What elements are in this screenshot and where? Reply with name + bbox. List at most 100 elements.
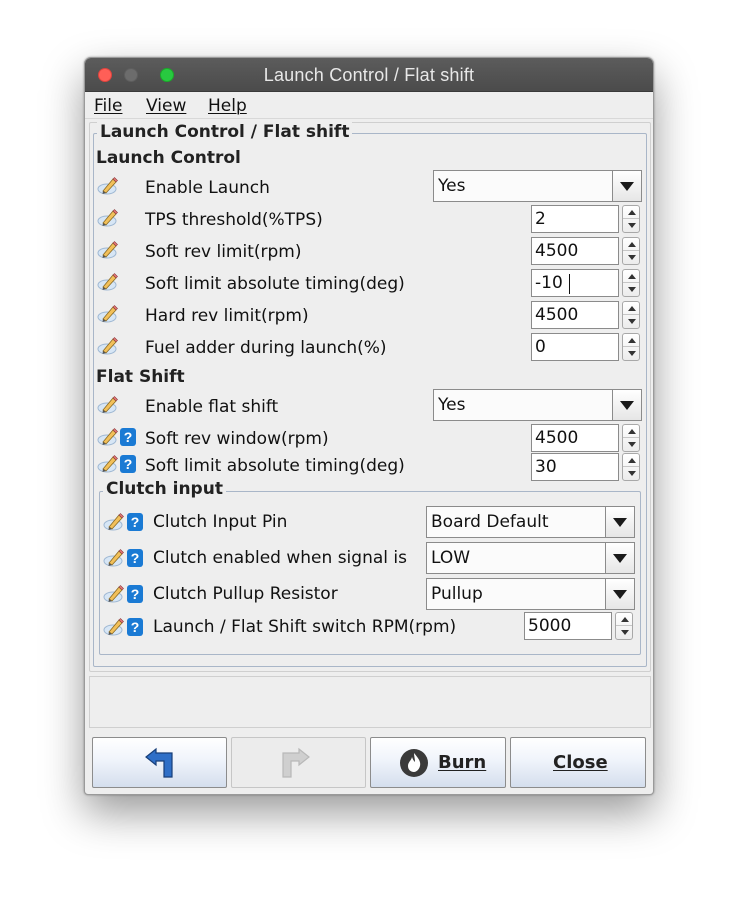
arrow-down-icon (628, 351, 636, 356)
spinner-up-button[interactable] (623, 206, 639, 219)
spinner-down-button[interactable] (623, 219, 639, 232)
switch-rpm-input[interactable]: 5000 (524, 612, 612, 640)
spinner-down-button[interactable] (623, 347, 639, 360)
spinner-down-button[interactable] (616, 626, 632, 639)
spinner-up-button[interactable] (623, 238, 639, 251)
hard-rev-limit-value: 4500 (535, 305, 579, 325)
clutch-pullup-dropdown-button[interactable] (605, 579, 634, 609)
pencil-icon[interactable] (97, 454, 119, 474)
spinner-down-button[interactable] (623, 315, 639, 328)
spinner-down-button[interactable] (623, 467, 639, 480)
chevron-down-icon (613, 554, 627, 563)
soft-rev-limit-value: 4500 (535, 241, 579, 261)
soft-rev-limit-input[interactable]: 4500 (531, 237, 619, 265)
fuel-adder-input[interactable]: 0 (531, 333, 619, 361)
spinner-down-button[interactable] (623, 251, 639, 264)
soft-rev-window-value: 4500 (535, 428, 579, 448)
soft-rev-limit-spinner[interactable] (622, 237, 640, 265)
pencil-icon[interactable] (97, 208, 119, 228)
enable-launch-dropdown-button[interactable] (612, 171, 641, 201)
flame-icon (400, 749, 428, 777)
soft-rev-window-spinner[interactable] (622, 424, 640, 452)
spinner-up-button[interactable] (623, 270, 639, 283)
pencil-icon[interactable] (97, 427, 119, 447)
tps-threshold-input[interactable]: 2 (531, 205, 619, 233)
enable-flat-shift-dropdown-button[interactable] (612, 390, 641, 420)
help-icon[interactable]: ? (127, 549, 143, 567)
soft-limit-timing-spinner[interactable] (622, 269, 640, 297)
arrow-up-icon (628, 458, 636, 463)
pencil-icon[interactable] (103, 617, 125, 637)
window-title: Launch Control / Flat shift (263, 65, 475, 85)
help-icon[interactable]: ? (120, 428, 136, 446)
soft-rev-limit-label: Soft rev limit(rpm) (145, 242, 302, 262)
hard-rev-limit-input[interactable]: 4500 (531, 301, 619, 329)
burn-button[interactable]: Burn (370, 737, 506, 788)
clutch-input-pin-select[interactable]: Board Default (426, 506, 635, 538)
pencil-icon[interactable] (97, 176, 119, 196)
soft-rev-window-input[interactable]: 4500 (531, 424, 619, 452)
spinner-up-button[interactable] (623, 454, 639, 467)
pencil-icon[interactable] (103, 512, 125, 532)
menu-bar: File View Help (85, 92, 653, 119)
close-button[interactable]: Close (510, 737, 646, 788)
enable-launch-label: Enable Launch (145, 178, 270, 198)
help-icon[interactable]: ? (127, 585, 143, 603)
clutch-enabled-when-select[interactable]: LOW (426, 542, 635, 574)
spinner-down-button[interactable] (623, 438, 639, 451)
fuel-adder-value: 0 (535, 337, 546, 357)
pencil-icon[interactable] (97, 395, 119, 415)
fuel-adder-spinner[interactable] (622, 333, 640, 361)
chevron-down-icon (620, 182, 634, 191)
enable-launch-select[interactable]: Yes (433, 170, 642, 202)
arrow-up-icon (628, 242, 636, 247)
flat-shift-soft-limit-timing-spinner[interactable] (622, 453, 640, 481)
pencil-icon[interactable] (103, 548, 125, 568)
help-icon[interactable]: ? (127, 513, 143, 531)
arrow-down-icon (628, 471, 636, 476)
arrow-down-icon (628, 442, 636, 447)
clutch-input-pin-dropdown-button[interactable] (605, 507, 634, 537)
fuel-adder-label: Fuel adder during launch(%) (145, 338, 387, 358)
hard-rev-limit-label: Hard rev limit(rpm) (145, 306, 309, 326)
clutch-pullup-select[interactable]: Pullup (426, 578, 635, 610)
undo-arrow-icon (145, 747, 173, 778)
arrow-down-icon (628, 319, 636, 324)
spinner-up-button[interactable] (623, 334, 639, 347)
pencil-icon[interactable] (97, 240, 119, 260)
switch-rpm-spinner[interactable] (615, 612, 633, 640)
clutch-enabled-when-label: Clutch enabled when signal is (153, 548, 407, 568)
pencil-icon[interactable] (97, 272, 119, 292)
soft-rev-window-label: Soft rev window(rpm) (145, 429, 329, 449)
tps-threshold-spinner[interactable] (622, 205, 640, 233)
spinner-up-button[interactable] (616, 613, 632, 626)
enable-launch-value: Yes (438, 176, 466, 196)
flat-shift-soft-limit-timing-input[interactable]: 30 (531, 453, 619, 481)
tps-threshold-label: TPS threshold(%TPS) (145, 210, 323, 230)
menu-file[interactable]: File (94, 96, 122, 116)
flat-shift-soft-limit-timing-value: 30 (535, 457, 557, 477)
redo-button[interactable] (231, 737, 366, 788)
soft-limit-timing-input[interactable]: -10 (531, 269, 619, 297)
settings-panel: Launch Control / Flat shift Launch Contr… (89, 122, 651, 672)
spinner-up-button[interactable] (623, 425, 639, 438)
clutch-input-pin-label: Clutch Input Pin (153, 512, 288, 532)
menu-help[interactable]: Help (208, 96, 247, 116)
spinner-up-button[interactable] (623, 302, 639, 315)
chevron-down-icon (620, 401, 634, 410)
help-icon[interactable]: ? (127, 618, 143, 636)
hard-rev-limit-spinner[interactable] (622, 301, 640, 329)
pencil-icon[interactable] (97, 336, 119, 356)
soft-limit-timing-label: Soft limit absolute timing(deg) (145, 274, 405, 294)
arrow-up-icon (628, 210, 636, 215)
pencil-icon[interactable] (103, 584, 125, 604)
arrow-down-icon (628, 287, 636, 292)
undo-button[interactable] (92, 737, 227, 788)
help-icon[interactable]: ? (120, 455, 136, 473)
spinner-down-button[interactable] (623, 283, 639, 296)
enable-flat-shift-select[interactable]: Yes (433, 389, 642, 421)
pencil-icon[interactable] (97, 304, 119, 324)
launch-control-window: Launch Control / Flat shift File View He… (84, 57, 654, 795)
menu-view[interactable]: View (146, 96, 186, 116)
clutch-enabled-when-dropdown-button[interactable] (605, 543, 634, 573)
